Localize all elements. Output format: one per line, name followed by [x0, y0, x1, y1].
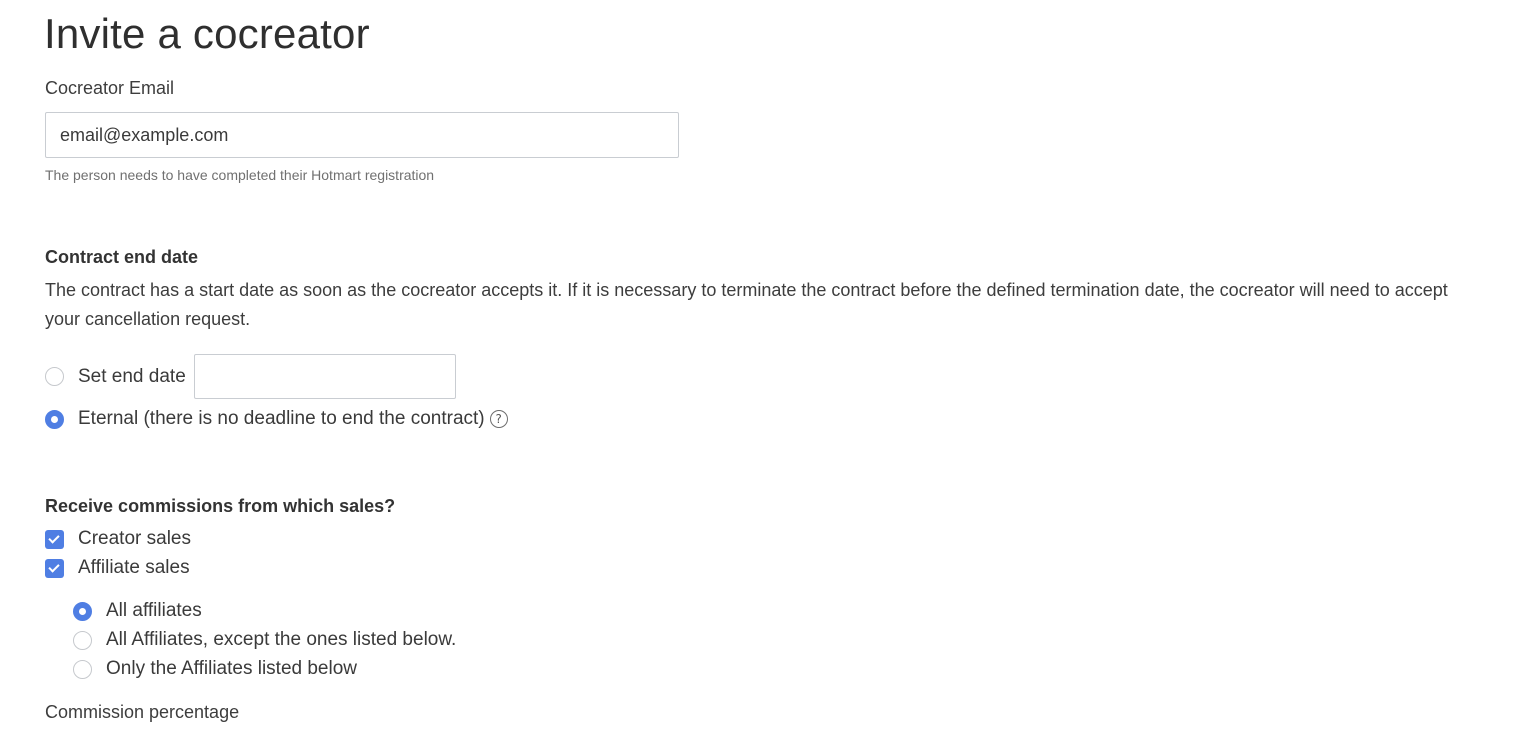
eternal-option[interactable]: Eternal (there is no deadline to end the…	[45, 407, 508, 431]
only-listed-label: Only the Affiliates listed below	[106, 658, 358, 679]
contract-section-title: Contract end date	[45, 247, 199, 267]
all-affiliates-label: All affiliates	[106, 600, 202, 621]
commission-percentage-label: Commission percentage	[45, 702, 240, 722]
email-label: Cocreator Email	[45, 78, 175, 98]
invite-cocreator-page: Invite a cocreator Cocreator Email The p…	[0, 0, 1525, 733]
commissions-section-title: Receive commissions from which sales?	[45, 496, 396, 516]
creator-sales-checkbox[interactable]	[45, 529, 64, 549]
affiliate-sales-option[interactable]: Affiliate sales	[45, 556, 190, 580]
contract-description: The contract has a start date as soon as…	[45, 280, 1448, 329]
all-except-listed-label: All Affiliates, except the ones listed b…	[106, 629, 457, 650]
only-listed-option[interactable]: Only the Affiliates listed below	[73, 657, 357, 681]
email-field[interactable]	[45, 112, 679, 158]
all-affiliates-radio[interactable]	[73, 601, 92, 621]
set-end-date-label: Set end date	[78, 365, 186, 387]
set-end-date-radio[interactable]	[45, 367, 64, 386]
all-except-listed-radio[interactable]	[73, 630, 92, 650]
email-help-text: The person needs to have completed their…	[45, 167, 435, 183]
page-title: Invite a cocreator	[44, 10, 370, 57]
end-date-input[interactable]	[193, 354, 456, 399]
question-circle-icon[interactable]: ?	[489, 410, 508, 428]
all-except-listed-option[interactable]: All Affiliates, except the ones listed b…	[73, 628, 456, 652]
only-listed-radio[interactable]	[73, 659, 92, 679]
creator-sales-label: Creator sales	[78, 528, 191, 549]
affiliate-sales-checkbox[interactable]	[45, 558, 64, 578]
all-affiliates-option[interactable]: All affiliates	[73, 599, 202, 623]
eternal-label: Eternal (there is no deadline to end the…	[78, 408, 485, 429]
affiliate-sales-label: Affiliate sales	[78, 557, 190, 578]
eternal-radio[interactable]	[45, 409, 64, 429]
creator-sales-option[interactable]: Creator sales	[45, 527, 191, 551]
set-end-date-option[interactable]: Set end date	[45, 354, 456, 399]
